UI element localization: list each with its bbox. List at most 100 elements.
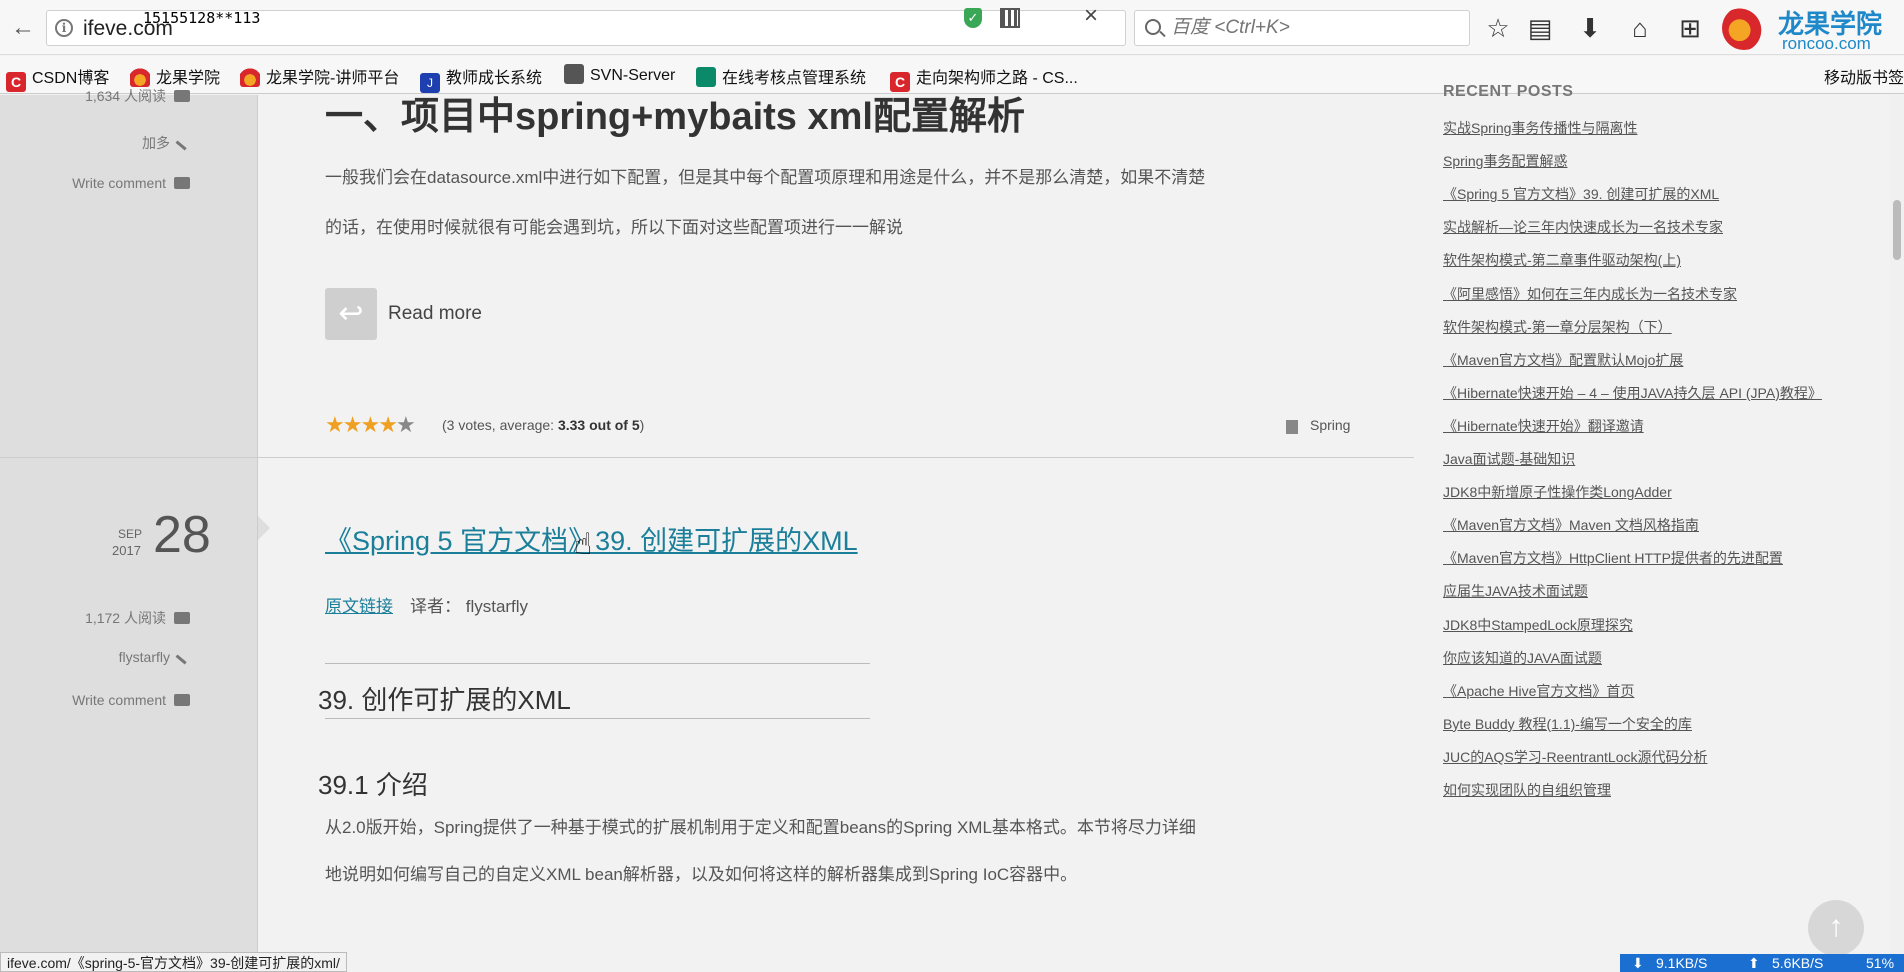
views-text: 1,634 人阅读 (85, 88, 166, 104)
roncoo-icon (130, 67, 150, 87)
recent-post-link[interactable]: JDK8中StampedLock原理探究 (1443, 615, 1633, 635)
comment-icon (174, 694, 190, 706)
comment-icon (174, 612, 190, 624)
rating-stars[interactable]: ★★★★★ (325, 412, 416, 438)
section-heading: 39. 创作可扩展的XML (318, 685, 571, 715)
date-month: SEP (118, 527, 143, 541)
mobile-bookmarks[interactable]: 移动版书签 (1824, 64, 1904, 88)
roncoo-logo-icon (1722, 6, 1766, 50)
post2-author[interactable]: flystarfly (119, 647, 193, 665)
recent-post-link[interactable]: 实战Spring事务传播性与隔离性 (1443, 118, 1637, 138)
recent-post-link[interactable]: 《Maven官方文档》配置默认Mojo扩展 (1443, 350, 1683, 370)
recent-post-link[interactable]: 《Hibernate快速开始 – 4 – 使用JAVA持久层 API (JPA)… (1443, 383, 1822, 403)
bookmark-architect[interactable]: C 走向架构师之路 - CS... (890, 64, 1078, 92)
post1-excerpt-line1: 一般我们会在datasource.xml中进行如下配置，但是其中每个配置项原理和… (325, 168, 1206, 187)
recent-post-link[interactable]: Java面试题-基础知识 (1443, 449, 1575, 469)
qr-code-icon[interactable] (1000, 8, 1020, 28)
bookmark-csdn[interactable]: C CSDN博客 (6, 64, 110, 92)
recent-posts-heading: RECENT POSTS (1443, 83, 1574, 100)
upload-arrow-icon: ⬆ (1748, 955, 1760, 971)
translator-text: 译者： flystarfly (410, 597, 529, 616)
logo-text-en: roncoo.com (1782, 34, 1871, 53)
read-more-button[interactable]: Read more (388, 303, 482, 325)
page-scrollbar[interactable] (1890, 95, 1904, 972)
recent-post-link[interactable]: Spring事务配置解惑 (1443, 151, 1567, 171)
bookmark-roncoo-teacher[interactable]: 龙果学院-讲师平台 (240, 64, 399, 87)
pencil-icon (175, 647, 193, 665)
roncoo-logo: 龙果学院 roncoo.com (1720, 0, 1904, 55)
recent-post-link[interactable]: 应届生JAVA技术面试题 (1443, 581, 1588, 601)
recent-post-link[interactable]: JDK8中新增原子性操作类LongAdder (1443, 482, 1672, 502)
write-comment-text[interactable]: Write comment (72, 175, 166, 191)
recent-post-link[interactable]: 《Maven官方文档》HttpClient HTTP提供者的先进配置 (1443, 548, 1783, 568)
status-bar-url: ifeve.com/《spring-5-官方文档》39-创建可扩展的xml/ (0, 952, 347, 972)
hand-cursor-icon: ☝ (574, 528, 593, 561)
recent-post-link[interactable]: 《Maven官方文档》Maven 文档风格指南 (1443, 515, 1699, 535)
home-icon[interactable]: ⌂ (1624, 12, 1656, 44)
recent-post-link[interactable]: 如何实现团队的自组织管理 (1443, 780, 1611, 800)
recent-post-link[interactable]: Byte Buddy 教程(1.1)-编写一个安全的库 (1443, 714, 1692, 734)
read-more-icon[interactable]: ↩ (325, 288, 377, 340)
post1-title[interactable]: 一、项目中spring+mybaits xml配置解析 (325, 85, 1025, 140)
recent-post-link[interactable]: JUC的AQS学习-ReentrantLock源代码分析 (1443, 747, 1708, 767)
post1-author[interactable]: 加多 (142, 133, 193, 153)
bookmark-teacher-growth[interactable]: J 教师成长系统 (420, 64, 542, 93)
recent-post-link[interactable]: 《Apache Hive官方文档》首页 (1443, 681, 1634, 701)
info-icon[interactable]: i (55, 19, 73, 37)
csdn-icon: C (6, 72, 26, 92)
date-arrow (258, 516, 270, 540)
bookmark-label: SVN-Server (590, 67, 676, 84)
recent-post-link[interactable]: 《Hibernate快速开始》翻译邀请 (1443, 416, 1644, 436)
post2-body-line2: 地说明如何编写自己的自定义XML bean解析器，以及如何将这样的解析器集成到S… (325, 865, 1078, 884)
green-icon (696, 67, 716, 87)
recent-post-link[interactable]: 你应该知道的JAVA面试题 (1443, 648, 1602, 668)
scrollbar-thumb[interactable] (1893, 200, 1901, 260)
back-arrow-icon[interactable]: ← (8, 13, 38, 43)
half-star-icon[interactable]: ★ (378, 412, 398, 437)
recent-post-link[interactable]: 《阿里感悟》如何在三年内成长为一名技术专家 (1443, 284, 1737, 304)
recent-post-link[interactable]: 《Spring 5 官方文档》39. 创建可扩展的XML (1443, 184, 1719, 204)
date-day: 28 (153, 506, 211, 564)
star-icon[interactable]: ★ (325, 412, 345, 437)
comment-icon (174, 177, 190, 189)
search-input[interactable] (1171, 15, 1461, 41)
network-percent: 51% (1866, 955, 1895, 971)
browser-toolbar: ← i ifeve.com 15155128**113 ✓ × ☆ ▤ ⬇ ⌂ … (0, 0, 1904, 55)
reader-icon[interactable]: ▤ (1524, 12, 1556, 44)
star-icon[interactable]: ☆ (1482, 12, 1514, 44)
bookmark-label: CSDN博客 (32, 70, 110, 87)
bookmark-roncoo[interactable]: 龙果学院 (130, 64, 221, 87)
recent-post-link[interactable]: 软件架构模式-第一章分层架构（下） (1443, 317, 1672, 337)
overlay-text: 15155128**113 (143, 9, 261, 27)
bookmark-label: 龙果学院 (156, 70, 221, 87)
shield-icon[interactable]: ✓ (964, 8, 982, 28)
search-box[interactable] (1134, 10, 1470, 46)
original-link[interactable]: 原文链接 (325, 592, 393, 617)
post1-write-comment[interactable]: Write comment (72, 175, 190, 191)
empty-star-icon[interactable]: ★ (396, 412, 416, 437)
download-icon[interactable]: ⬇ (1574, 12, 1606, 44)
page-content: 1,634 人阅读 加多 Write comment 一、项目中spring+m… (0, 83, 1904, 972)
heading-underline (325, 718, 870, 719)
post1-category[interactable]: Spring (1310, 417, 1350, 433)
author-text[interactable]: flystarfly (119, 649, 170, 665)
subsection-heading: 39.1 介绍 (318, 770, 428, 800)
close-icon[interactable]: × (1084, 2, 1098, 30)
post2-write-comment[interactable]: Write comment (72, 692, 190, 708)
section-divider (325, 663, 870, 664)
write-comment-text[interactable]: Write comment (72, 692, 166, 708)
author-text[interactable]: 加多 (142, 135, 170, 151)
post2-body-line1: 从2.0版开始，Spring提供了一种基于模式的扩展机制用于定义和配置beans… (325, 818, 1196, 837)
bookmark-assessment[interactable]: 在线考核点管理系统 (696, 64, 866, 87)
star-icon[interactable]: ★ (360, 412, 380, 437)
browser-window: ← i ifeve.com 15155128**113 ✓ × ☆ ▤ ⬇ ⌂ … (0, 0, 1904, 972)
post-divider (0, 457, 1414, 458)
scroll-to-top-button[interactable]: ↑ (1808, 900, 1864, 956)
comment-icon (174, 90, 190, 102)
recent-post-link[interactable]: 软件架构模式-第二章事件驱动架构(上) (1443, 250, 1681, 270)
star-icon[interactable]: ★ (343, 412, 363, 437)
views-text: 1,172 人阅读 (85, 610, 166, 626)
recent-post-link[interactable]: 实战解析—论三年内快速成长为一名技术专家 (1443, 217, 1723, 237)
crop-icon[interactable]: ⊞ (1674, 12, 1706, 44)
bookmark-svn-server[interactable]: SVN-Server (564, 64, 675, 86)
